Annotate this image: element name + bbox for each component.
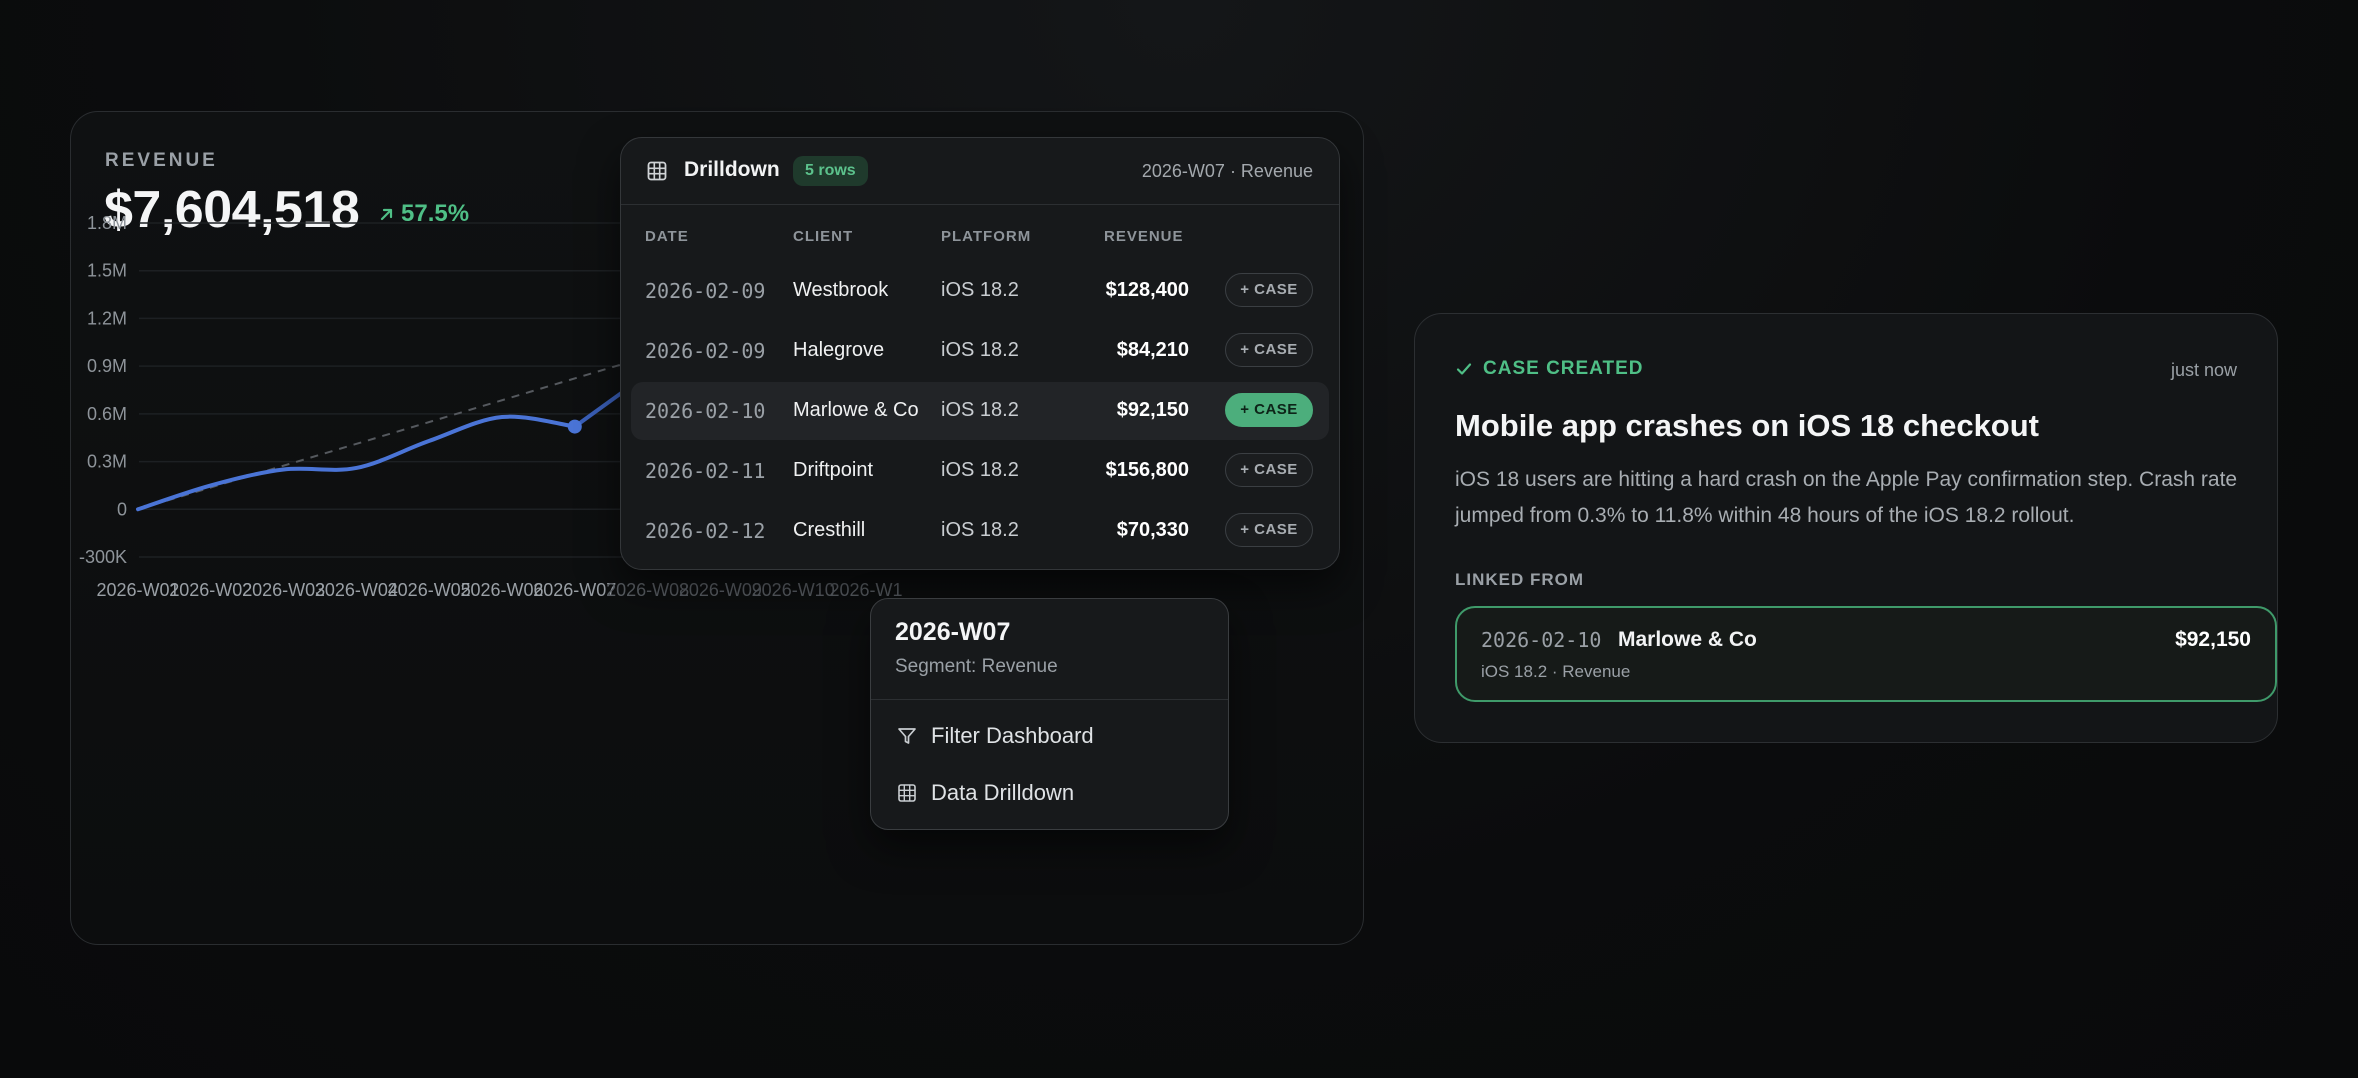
row-date: 2026-02-11 <box>645 459 766 483</box>
y-tick-label: -300K <box>79 547 127 567</box>
column-header-revenue[interactable]: REVENUE <box>1104 228 1184 245</box>
column-header-platform[interactable]: PLATFORM <box>941 228 1031 245</box>
linked-amount: $92,150 <box>2175 628 2251 651</box>
context-menu-title: 2026-W07 <box>895 618 1011 646</box>
case-title: Mobile app crashes on iOS 18 checkout <box>1455 408 2040 443</box>
table-icon <box>898 784 916 802</box>
filter-icon <box>898 728 916 744</box>
row-date: 2026-02-09 <box>645 279 766 303</box>
y-tick-label: 0.6M <box>87 404 127 424</box>
y-tick-label: 1.5M <box>87 261 127 281</box>
case-status-label: CASE CREATED <box>1483 358 1644 379</box>
row-client: Driftpoint <box>793 459 874 481</box>
case-description: iOS 18 users are hitting a hard crash on… <box>1455 468 2238 527</box>
table-row[interactable]: 2026-02-09 Westbrook iOS 18.2 $128,400 +… <box>631 262 1329 320</box>
revenue-series-line <box>136 414 577 512</box>
y-tick-label: 0 <box>117 499 127 519</box>
case-status: CASE CREATED <box>1455 358 1644 380</box>
highlighted-point <box>567 419 582 434</box>
table-row-selected[interactable]: 2026-02-10 Marlowe & Co iOS 18.2 $92,150… <box>631 382 1329 440</box>
menu-item-label: Filter Dashboard <box>931 723 1094 748</box>
case-created-card: CASE CREATED just now Mobile app crashes… <box>1414 313 2278 743</box>
linked-from-label: LINKED FROM <box>1455 570 1585 589</box>
row-date: 2026-02-09 <box>645 339 766 363</box>
row-client: Marlowe & Co <box>793 399 919 421</box>
row-revenue: $84,210 <box>1116 339 1189 361</box>
y-tick-label: 1.2M <box>87 308 127 328</box>
row-platform: iOS 18.2 <box>941 459 1019 481</box>
column-header-client[interactable]: CLIENT <box>793 228 853 245</box>
linked-record[interactable]: 2026-02-10 Marlowe & Co $92,150 iOS 18.2… <box>1455 606 2277 702</box>
row-platform: iOS 18.2 <box>941 279 1019 301</box>
linked-client: Marlowe & Co <box>1618 628 1757 651</box>
y-tick-label: 1.8M <box>87 213 127 233</box>
row-client: Cresthill <box>793 519 866 541</box>
drilldown-meta: 2026-W07 · Revenue <box>1141 161 1313 181</box>
x-tick-label: 2026-W03 <box>242 580 325 600</box>
check-icon <box>1456 363 1472 375</box>
row-revenue: $156,800 <box>1105 459 1189 481</box>
x-tick-label: 2026-W07 <box>533 580 616 600</box>
row-date: 2026-02-12 <box>645 519 766 543</box>
case-timestamp: just now <box>2170 360 2237 380</box>
menu-item-data-drilldown[interactable]: Data Drilldown <box>885 768 1214 818</box>
menu-item-filter-dashboard[interactable]: Filter Dashboard <box>885 711 1214 761</box>
row-client: Halegrove <box>793 339 885 361</box>
row-revenue: $92,150 <box>1116 399 1189 421</box>
point-context-menu: 2026-W07 Segment: Revenue Filter Dashboa… <box>870 598 1229 830</box>
column-header-date[interactable]: DATE <box>645 228 689 245</box>
add-case-button[interactable]: + CASE <box>1225 513 1313 547</box>
y-tick-label: 0.3M <box>87 452 127 472</box>
menu-item-label: Data Drilldown <box>931 780 1075 805</box>
drilldown-header: Drilldown 5 rows 2026-W07 · Revenue <box>621 138 1339 205</box>
context-menu-subtitle: Segment: Revenue <box>895 656 1058 677</box>
drilldown-panel: Drilldown 5 rows 2026-W07 · Revenue DATE… <box>620 137 1340 570</box>
table-icon <box>647 161 667 181</box>
table-row[interactable]: 2026-02-12 Cresthill iOS 18.2 $70,330 + … <box>631 502 1329 560</box>
drilldown-title: Drilldown <box>684 158 780 181</box>
x-tick-label: 2026-W05 <box>388 580 471 600</box>
row-client: Westbrook <box>793 279 889 301</box>
row-platform: iOS 18.2 <box>941 399 1019 421</box>
add-case-button-active[interactable]: + CASE <box>1225 393 1313 427</box>
add-case-button[interactable]: + CASE <box>1225 453 1313 487</box>
table-row[interactable]: 2026-02-09 Halegrove iOS 18.2 $84,210 + … <box>631 322 1329 380</box>
row-platform: iOS 18.2 <box>941 339 1019 361</box>
add-case-button[interactable]: + CASE <box>1225 273 1313 307</box>
x-tick-label: 2026-W01 <box>96 580 179 600</box>
row-count-badge: 5 rows <box>793 156 868 186</box>
x-tick-label: 2026-W1 <box>829 580 902 600</box>
add-case-button[interactable]: + CASE <box>1225 333 1313 367</box>
y-tick-label: 0.9M <box>87 356 127 376</box>
row-revenue: $70,330 <box>1116 519 1189 541</box>
x-tick-label: 2026-W08 <box>606 580 689 600</box>
x-tick-label: 2026-W09 <box>679 580 762 600</box>
divider <box>871 699 1228 700</box>
x-tick-label: 2026-W10 <box>752 580 835 600</box>
linked-date: 2026-02-10 <box>1481 628 1602 652</box>
row-date: 2026-02-10 <box>645 399 766 423</box>
x-tick-label: 2026-W04 <box>315 580 398 600</box>
x-tick-label: 2026-W06 <box>460 580 543 600</box>
row-revenue: $128,400 <box>1105 279 1189 301</box>
row-platform: iOS 18.2 <box>941 519 1019 541</box>
table-row[interactable]: 2026-02-11 Driftpoint iOS 18.2 $156,800 … <box>631 442 1329 500</box>
linked-meta: iOS 18.2 · Revenue <box>1481 662 1631 681</box>
x-tick-label: 2026-W02 <box>169 580 252 600</box>
